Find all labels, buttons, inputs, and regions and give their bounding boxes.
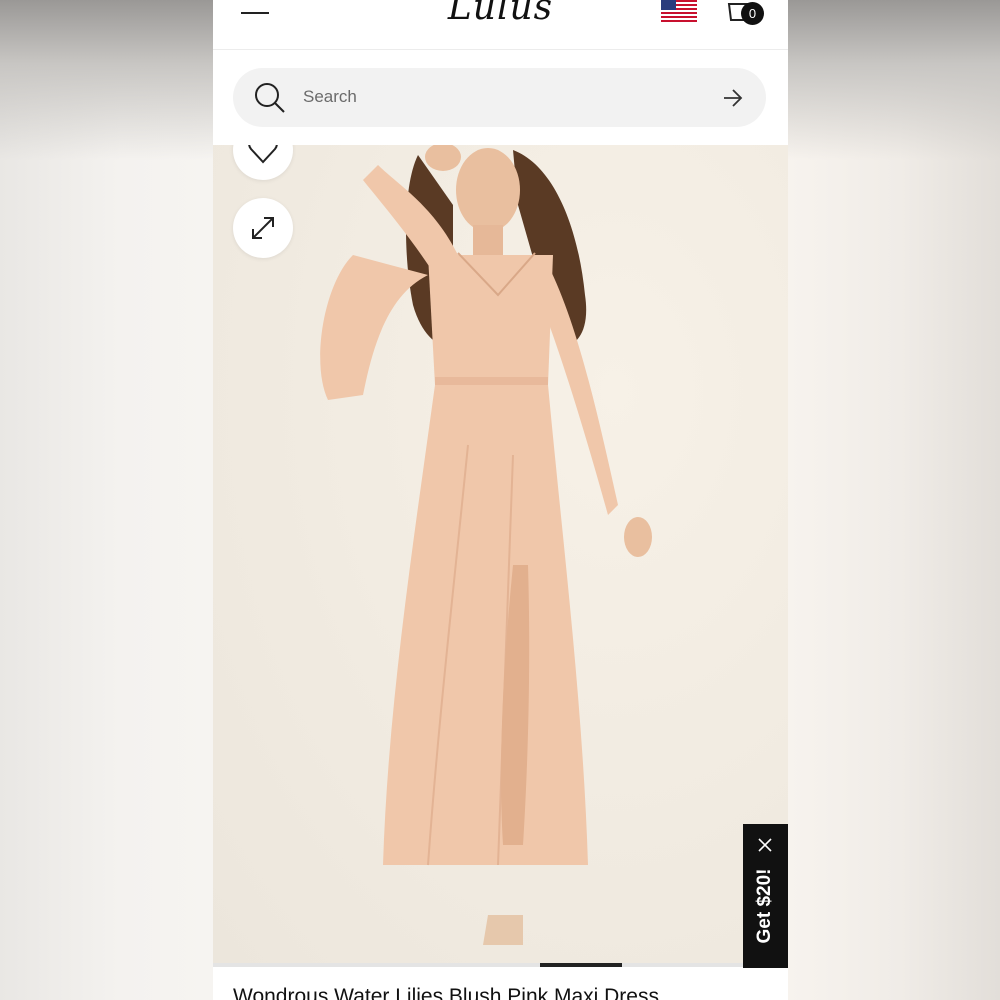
arrow-right-icon[interactable] <box>722 88 744 108</box>
flag-icon[interactable] <box>661 0 697 22</box>
mobile-page: Lulus 0 Search Wondrous Water Lilies Blu… <box>213 0 788 1000</box>
search-bar[interactable] <box>233 68 766 127</box>
image-carousel-indicator[interactable] <box>540 963 622 967</box>
product-title: Wondrous Water Lilies Blush Pink Maxi Dr… <box>233 985 659 1000</box>
close-icon[interactable] <box>757 837 773 853</box>
cart-count-badge[interactable]: 0 <box>741 2 764 25</box>
menu-icon[interactable] <box>241 0 269 20</box>
site-header: Lulus 0 <box>213 0 788 50</box>
expand-image-button[interactable] <box>233 198 293 258</box>
product-image[interactable] <box>213 145 788 965</box>
promo-label[interactable]: Get $20! <box>754 856 775 956</box>
image-carousel-track[interactable] <box>213 963 788 967</box>
expand-icon <box>252 217 274 239</box>
product-photo-illustration <box>320 145 652 945</box>
promo-tab[interactable]: Get $20! <box>743 824 788 968</box>
search-input[interactable] <box>303 84 683 110</box>
brand-logo[interactable]: Lulus <box>443 0 558 28</box>
search-icon <box>255 83 285 113</box>
heart-icon <box>248 145 278 164</box>
